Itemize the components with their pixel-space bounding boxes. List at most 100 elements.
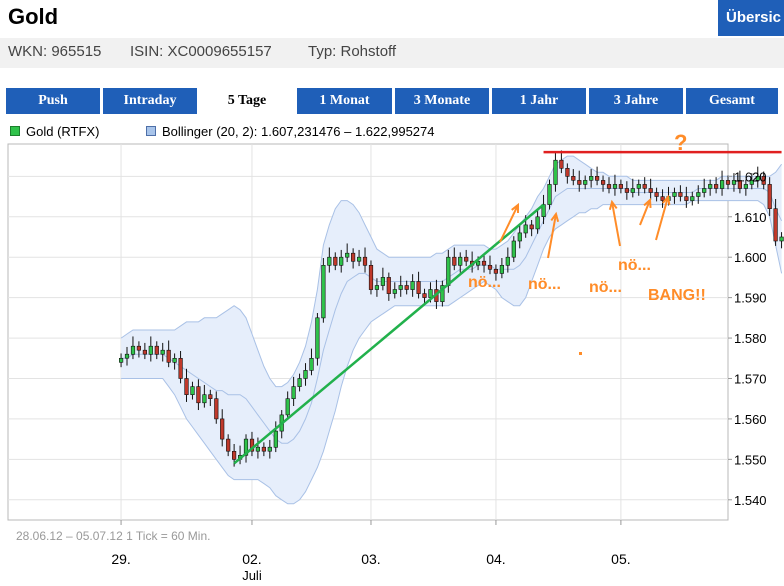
candle	[404, 285, 409, 290]
candle	[136, 345, 142, 351]
candle	[553, 159, 558, 185]
candle	[684, 196, 689, 201]
candle	[309, 357, 314, 371]
candle	[725, 180, 731, 185]
annotation-no-2: nö...	[528, 276, 561, 293]
candle	[386, 277, 391, 294]
candle	[214, 398, 219, 420]
candle	[696, 192, 701, 197]
candle	[708, 184, 713, 189]
candle	[172, 357, 177, 363]
candle	[458, 256, 463, 266]
candle	[672, 192, 677, 197]
candle	[636, 184, 641, 189]
candle	[600, 180, 606, 185]
candle	[642, 184, 647, 189]
candle	[535, 216, 540, 230]
candle	[166, 349, 171, 363]
annotation-question: ?	[674, 130, 687, 155]
y-tick-label: 1.540	[734, 493, 767, 508]
candle	[160, 349, 165, 355]
y-tick-label: 1.610	[734, 210, 767, 225]
candle	[702, 188, 707, 193]
candle	[178, 357, 183, 379]
candle	[606, 184, 612, 189]
candle	[196, 386, 201, 404]
candle	[678, 192, 683, 197]
candle	[362, 256, 368, 266]
candle	[446, 256, 451, 286]
candle	[315, 317, 320, 359]
candle	[184, 378, 189, 396]
candle	[428, 289, 433, 298]
candle	[297, 378, 302, 387]
candle	[356, 256, 362, 262]
candle	[416, 281, 421, 294]
candle	[648, 188, 653, 193]
annotation-no-3: nö...	[589, 279, 622, 296]
y-tick-label: 1.580	[734, 331, 767, 346]
y-tick-label: 1.600	[734, 250, 767, 265]
candle	[612, 184, 618, 189]
x-tick-label: 02.	[242, 551, 261, 567]
candle	[577, 180, 582, 185]
candle	[517, 232, 522, 242]
candle	[321, 264, 326, 319]
annotation-no-1: nö...	[468, 274, 501, 291]
candle	[660, 196, 665, 201]
candle	[202, 394, 207, 404]
candle	[767, 184, 772, 209]
candle	[368, 264, 374, 290]
candle	[261, 446, 267, 452]
candle	[273, 430, 278, 448]
candle	[493, 268, 499, 274]
y-tick-label: 1.560	[734, 412, 767, 427]
candle	[481, 260, 487, 266]
candle	[529, 224, 534, 230]
x-tick-label: 29.	[111, 551, 130, 567]
candle	[505, 256, 510, 266]
gold-candlestick-chart: nö... nö... nö... nö... BANG!!? 1.540 1.550 1.…	[7, 130, 784, 583]
candle	[124, 353, 130, 359]
candle	[220, 418, 225, 440]
candle	[190, 386, 195, 396]
candle	[452, 256, 457, 266]
candle	[130, 345, 136, 355]
candle	[339, 256, 344, 266]
y-tick-label: 1.590	[734, 291, 767, 306]
chart-footer-note: 28.06.12 – 05.07.12 1 Tick = 60 Min.	[16, 529, 210, 543]
candle	[547, 184, 552, 205]
candle	[410, 281, 415, 290]
candle	[398, 285, 403, 290]
candle	[559, 159, 564, 169]
candle	[499, 264, 505, 274]
candle	[713, 184, 719, 189]
candle	[119, 357, 124, 363]
candle	[392, 289, 397, 294]
candle	[285, 398, 290, 416]
candle	[523, 224, 528, 234]
candle	[624, 188, 629, 193]
x-tick-sublabel: Juli	[242, 568, 262, 583]
candle	[255, 446, 261, 452]
annotation-bang: BANG!!	[648, 287, 706, 304]
candle	[267, 446, 272, 452]
y-tick-label: 1.620	[734, 169, 767, 184]
candle	[333, 256, 338, 266]
candle	[142, 349, 148, 355]
candle	[154, 345, 159, 355]
candle	[148, 345, 153, 355]
candle	[487, 264, 493, 270]
candle	[630, 188, 635, 193]
candle	[291, 386, 296, 400]
candle	[380, 277, 386, 286]
candle	[208, 394, 213, 400]
x-tick-label: 04.	[486, 551, 505, 567]
candle	[719, 180, 725, 189]
candle	[464, 256, 469, 262]
annotation-dot	[579, 352, 582, 355]
candle	[690, 196, 695, 201]
candle	[618, 184, 623, 189]
y-tick-label: 1.550	[734, 452, 767, 467]
candle	[571, 176, 576, 181]
